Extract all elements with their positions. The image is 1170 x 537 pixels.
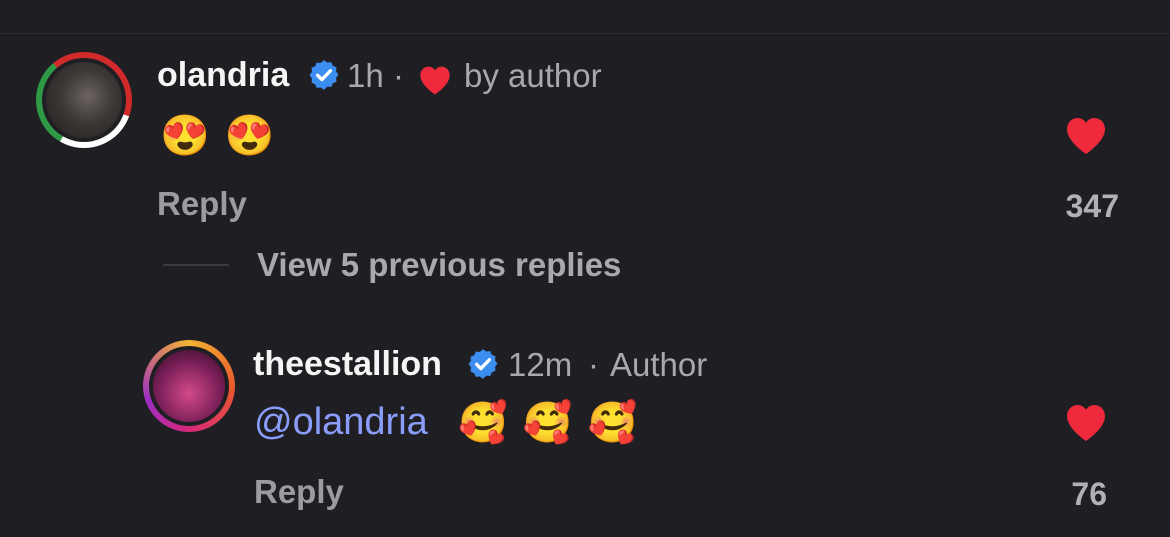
comment-time: 1h [347,57,384,94]
profile-photo [153,350,225,422]
mention-link[interactable]: @olandria [254,401,428,444]
reply-time: 12m [508,346,573,383]
reply-button[interactable]: Reply [157,185,247,223]
top-divider [0,33,1170,34]
reply-button[interactable]: Reply [254,473,344,511]
comment-username[interactable]: olandria [157,56,289,95]
like-heart-icon[interactable] [1062,399,1110,443]
author-label: Author [610,346,708,383]
view-previous-replies-button[interactable]: View 5 previous replies [257,246,621,284]
like-heart-icon[interactable] [1062,112,1110,156]
verified-badge-icon [468,349,498,379]
like-count: 76 [1071,476,1107,512]
liked-by-author-label: by author [464,57,602,94]
verified-badge-icon [309,60,339,90]
avatar-olandria[interactable] [36,52,132,148]
like-count: 347 [1065,188,1119,224]
replies-divider [163,264,229,266]
meta-separator: · [588,346,599,383]
reply-text: 🥰 🥰 🥰 [458,401,640,445]
heart-icon [420,66,450,95]
profile-photo [46,62,122,138]
meta-separator: · [393,57,404,94]
comment-text: 😍 😍 [160,114,277,158]
reply-username[interactable]: theestallion [253,345,442,384]
avatar-theestallion[interactable] [143,340,235,432]
